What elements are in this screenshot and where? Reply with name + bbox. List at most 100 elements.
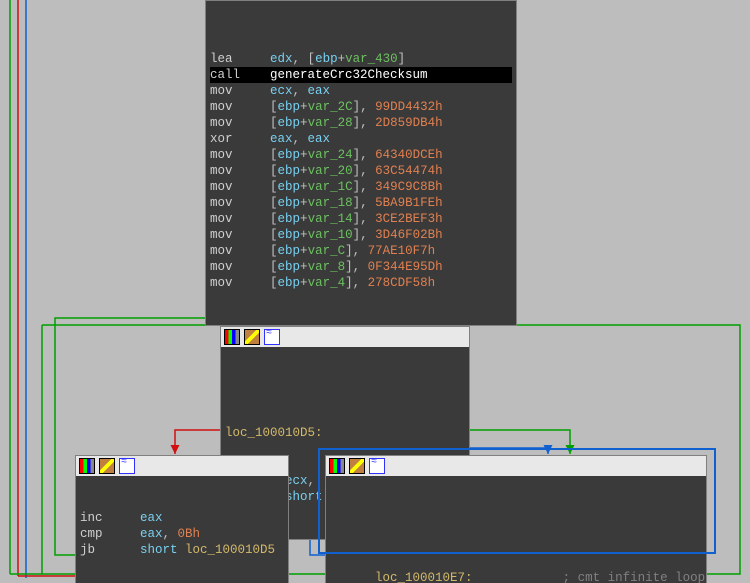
op-reg[interactable]: ebp [278, 164, 301, 178]
op-reg[interactable]: ebp [278, 260, 301, 274]
op-punct[interactable]: + [300, 100, 308, 114]
op-imm[interactable]: 64340DCEh [375, 148, 443, 162]
bb-loop-label[interactable]: loc_100010E7: [375, 571, 473, 583]
asm-line[interactable]: mov [ebp+var_1C], 349C9C8Bh [210, 179, 512, 195]
asm-line[interactable]: mov [ebp+var_2C], 99DD4432h [210, 99, 512, 115]
op-reg[interactable]: eax [140, 511, 163, 525]
op-punct[interactable]: ] [398, 52, 406, 66]
rgb-icon[interactable] [79, 458, 95, 474]
op-punct[interactable]: + [300, 228, 308, 242]
mnemonic[interactable]: lea [210, 52, 270, 66]
asm-line[interactable]: mov [ebp+var_C], 77AE10F7h [210, 243, 512, 259]
op-punct[interactable]: ], [353, 164, 376, 178]
op-imm[interactable]: 278CDF58h [368, 276, 436, 290]
mnemonic[interactable]: jb [80, 543, 140, 557]
asm-line[interactable]: mov [ebp+var_20], 63C54474h [210, 163, 512, 179]
mnemonic[interactable]: inc [80, 511, 140, 525]
op-var[interactable]: var_2C [308, 100, 353, 114]
op-reg[interactable]: eax [140, 527, 163, 541]
op-punct[interactable]: + [300, 180, 308, 194]
mnemonic[interactable]: mov [210, 116, 270, 130]
op-var[interactable]: var_10 [308, 228, 353, 242]
bb-inc[interactable]: inc eaxcmp eax, 0Bhjb short loc_100010D5 [75, 455, 289, 583]
op-fname[interactable]: generateCrc32Checksum [270, 68, 428, 82]
op-reg[interactable]: ebp [278, 276, 301, 290]
op-reg[interactable]: eax [308, 132, 331, 146]
op-punct[interactable]: , [293, 52, 308, 66]
mnemonic[interactable]: mov [210, 212, 270, 226]
op-punct[interactable]: + [300, 276, 308, 290]
asm-line[interactable]: inc eax [80, 510, 284, 526]
op-punct[interactable]: , [163, 527, 178, 541]
op-punct[interactable]: ], [353, 100, 376, 114]
op-punct[interactable]: ], [353, 148, 376, 162]
mnemonic[interactable]: mov [210, 164, 270, 178]
op-punct[interactable]: [ [270, 164, 278, 178]
asm-line[interactable]: call generateCrc32Checksum [210, 67, 512, 83]
op-var[interactable]: var_24 [308, 148, 353, 162]
op-punct[interactable]: + [300, 164, 308, 178]
op-reg[interactable]: eax [270, 132, 293, 146]
op-punct[interactable]: + [338, 52, 346, 66]
op-reg[interactable]: ebp [278, 228, 301, 242]
op-punct[interactable]: ], [353, 116, 376, 130]
op-punct[interactable]: ], [353, 228, 376, 242]
bb-cmp-label[interactable]: loc_100010D5: [225, 426, 323, 440]
op-reg[interactable]: ebp [278, 116, 301, 130]
op-punct[interactable]: [ [270, 116, 278, 130]
op-punct[interactable]: ], [353, 196, 376, 210]
op-punct[interactable]: ], [345, 276, 368, 290]
op-punct[interactable]: [ [270, 276, 278, 290]
op-punct[interactable]: ], [345, 244, 368, 258]
brush-icon[interactable] [349, 458, 365, 474]
op-punct[interactable]: + [300, 148, 308, 162]
mnemonic[interactable]: xor [210, 132, 270, 146]
op-reg[interactable]: ebp [278, 180, 301, 194]
op-imm[interactable]: 0F344E95Dh [368, 260, 443, 274]
asm-line[interactable]: mov ecx, eax [210, 83, 512, 99]
op-reg[interactable]: ebp [278, 212, 301, 226]
mnemonic[interactable]: mov [210, 228, 270, 242]
op-punct[interactable]: ], [345, 260, 368, 274]
mnemonic[interactable]: mov [210, 260, 270, 274]
op-var[interactable]: var_8 [308, 260, 346, 274]
asm-line[interactable]: xor eax, eax [210, 131, 512, 147]
op-var[interactable]: var_28 [308, 116, 353, 130]
op-punct[interactable]: [ [270, 148, 278, 162]
op-punct[interactable] [178, 543, 186, 557]
asm-line[interactable]: mov [ebp+var_18], 5BA9B1FEh [210, 195, 512, 211]
op-punct[interactable]: [ [270, 196, 278, 210]
asm-line[interactable]: lea edx, [ebp+var_430] [210, 51, 512, 67]
mnemonic[interactable]: mov [210, 180, 270, 194]
asm-line[interactable]: mov [ebp+var_24], 64340DCEh [210, 147, 512, 163]
mnemonic[interactable]: cmp [80, 527, 140, 541]
bb-top-body[interactable]: lea edx, [ebp+var_430]call generateCrc32… [206, 1, 516, 325]
op-punct[interactable]: [ [270, 228, 278, 242]
brush-icon[interactable] [99, 458, 115, 474]
xref-icon[interactable] [119, 458, 135, 474]
op-imm[interactable]: 3CE2BEF3h [375, 212, 443, 226]
op-reg[interactable]: eax [308, 84, 331, 98]
op-imm[interactable]: 0Bh [178, 527, 201, 541]
brush-icon[interactable] [244, 329, 260, 345]
op-punct[interactable]: + [300, 196, 308, 210]
xref-icon[interactable] [264, 329, 280, 345]
asm-line[interactable]: jb short loc_100010D5 [80, 542, 284, 558]
asm-line[interactable]: mov [ebp+var_14], 3CE2BEF3h [210, 211, 512, 227]
bb-top[interactable]: lea edx, [ebp+var_430]call generateCrc32… [205, 0, 517, 326]
op-punct[interactable]: [ [308, 52, 316, 66]
op-var[interactable]: var_430 [345, 52, 398, 66]
op-punct[interactable]: ], [353, 180, 376, 194]
bb-loop[interactable]: loc_100010E7: ; cmt infinite loop jmp sh… [325, 455, 707, 583]
op-imm[interactable]: 5BA9B1FEh [375, 196, 443, 210]
bb-inc-body[interactable]: inc eaxcmp eax, 0Bhjb short loc_100010D5 [76, 476, 288, 583]
op-key[interactable]: short [140, 543, 178, 557]
mnemonic[interactable]: call [210, 68, 270, 82]
op-imm[interactable]: 2D859DB4h [375, 116, 443, 130]
op-punct[interactable]: ], [353, 212, 376, 226]
op-punct[interactable]: [ [270, 244, 278, 258]
op-punct[interactable]: [ [270, 212, 278, 226]
op-punct[interactable]: [ [270, 260, 278, 274]
op-reg[interactable]: ebp [278, 100, 301, 114]
asm-line[interactable]: mov [ebp+var_8], 0F344E95Dh [210, 259, 512, 275]
